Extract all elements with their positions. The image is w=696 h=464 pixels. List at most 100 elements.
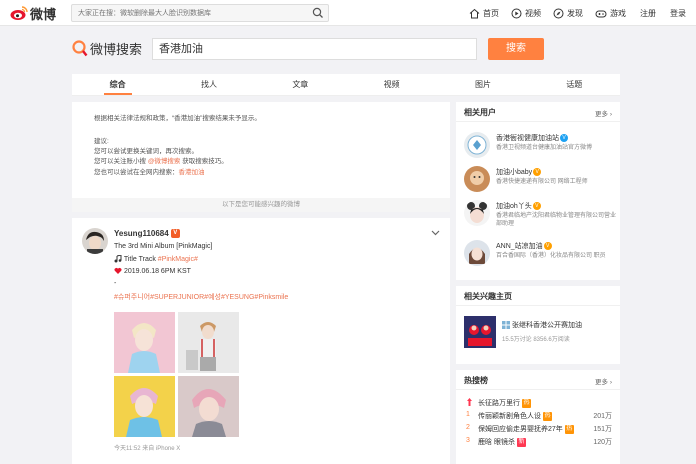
weibo-search-title: 微博搜索	[90, 42, 143, 57]
nav-home[interactable]: 首页	[469, 8, 499, 19]
related-user-item[interactable]: 加油小baby V 香港快捷速递有限公司 网络工程师	[456, 162, 620, 196]
avatar-image	[464, 240, 490, 266]
main-search-input[interactable]: 香港加油	[152, 38, 477, 60]
related-user-item[interactable]: 加油oh丫头 V 香港君临地产沈阳君临物业管理有限公司营业部助理	[456, 196, 620, 236]
nav-video[interactable]: 视频	[511, 8, 541, 19]
interest-page-item[interactable]: 张继科香港公开赛加油 15.5万讨论 8356.6万阅读	[456, 306, 620, 356]
tab-topics[interactable]: 话题	[529, 74, 620, 95]
related-users-panel: 相关用户 更多 › 香港衙视健康加油站 V 香港卫视频道台健康加油站官方微博 加油…	[456, 102, 620, 280]
hot-rank: 2	[466, 424, 470, 431]
post-photo[interactable]	[178, 312, 239, 373]
suggestion-1: 您可以尝试更换关键词，再次搜索。	[94, 148, 198, 155]
new-tag: 新	[516, 437, 526, 447]
interest-page-stats: 15.5万讨论 8356.6万阅读	[502, 337, 570, 343]
related-users-header: 相关用户 更多 ›	[456, 102, 620, 122]
verified-badge: V	[170, 229, 180, 239]
interest-page-name[interactable]: 张继科香港公开赛加油	[502, 320, 582, 330]
post-line-date: 2019.06.18 6PM KST	[114, 267, 191, 275]
login-link[interactable]: 登录	[670, 8, 686, 19]
game-icon	[595, 10, 607, 17]
related-user-name[interactable]: 香港衙视健康加油站 V	[496, 133, 568, 143]
related-user-desc: 香港快捷速递有限公司 网络工程师	[496, 179, 588, 185]
interest-page-title: 相关兴趣主页	[464, 292, 512, 301]
photo-pink-background	[114, 312, 175, 373]
post-image-grid	[114, 312, 242, 440]
more-label: 更多	[595, 111, 609, 118]
photo-pink-hair	[178, 376, 239, 437]
related-user-item[interactable]: ANN_站凉加油 V 百合香国际（香港）化妆品有限公司 职员	[456, 236, 620, 276]
weibo-logo[interactable]: 微博	[10, 4, 56, 22]
pinkmagic-hashtag[interactable]: #PinkMagic#	[158, 256, 198, 263]
interest-page-panel: 相关兴趣主页 张继科香港公开赛加油 15.5万讨论 8356.6万阅读	[456, 286, 620, 364]
avatar[interactable]	[464, 200, 490, 226]
post-timestamp: 今天11:52 来自 iPhone X	[114, 446, 181, 452]
top-search-box[interactable]	[71, 4, 329, 22]
suggestion-2: 您可以关注账小搜 @微博搜索 获取搜索技巧。	[94, 157, 228, 166]
post-username[interactable]: Yesung110684 V	[114, 229, 180, 239]
hot-search-title: 热搜榜	[464, 376, 488, 385]
related-user-name[interactable]: 加油oh丫头 V	[496, 201, 541, 211]
tab-articles[interactable]: 文章	[255, 74, 346, 95]
hashtag[interactable]: #예성	[204, 294, 221, 301]
weibo-search-account-link[interactable]: @微博搜索	[148, 158, 181, 165]
hot-search-item[interactable]: 2 保姆回应偷走男婴抚养27年热 151万	[456, 422, 620, 435]
hot-tag: 热	[522, 398, 531, 408]
hashtag[interactable]: #YESUNG	[221, 294, 254, 301]
related-user-name[interactable]: ANN_站凉加油 V	[496, 241, 552, 251]
tab-comprehensive[interactable]: 综合	[72, 74, 163, 95]
top-search-input[interactable]	[72, 5, 302, 21]
weibo-eye-icon	[10, 6, 28, 20]
avatar[interactable]	[82, 228, 108, 254]
tab-videos[interactable]: 视频	[346, 74, 437, 95]
related-user-item[interactable]: 香港衙视健康加油站 V 香港卫视频道台健康加油站官方微博	[456, 128, 620, 162]
more-users-link[interactable]: 更多 ›	[595, 108, 612, 118]
hot-search-label: 鹿晗 眼镜杀	[478, 439, 515, 446]
post-line-album: The 3rd Mini Album [PinkMagic]	[114, 243, 213, 250]
interest-divider: 以下是您可能感兴趣的微博	[72, 198, 450, 212]
related-user-name[interactable]: 加油小baby V	[496, 167, 542, 177]
weibo-search-brand[interactable]: 微博搜索	[72, 39, 142, 58]
hot-search-item[interactable]: 3 鹿晗 眼镜杀新 120万	[456, 435, 620, 448]
related-user-desc: 香港卫视频道台健康加油站官方微博	[496, 145, 593, 151]
hot-tag: 热	[564, 424, 574, 434]
hashtag[interactable]: #슈퍼주니어	[114, 294, 150, 301]
chevron-down-icon[interactable]	[431, 230, 440, 236]
tab-images[interactable]: 图片	[437, 74, 528, 95]
interest-page-thumbnail[interactable]	[464, 316, 496, 348]
post-photo[interactable]	[178, 376, 239, 437]
avatar[interactable]	[464, 166, 490, 192]
nav-game[interactable]: 游戏	[595, 8, 626, 19]
more-hot-link[interactable]: 更多 ›	[595, 376, 612, 386]
verified-badge: V	[532, 202, 541, 211]
discover-icon	[553, 8, 564, 18]
post-photo[interactable]	[114, 376, 175, 437]
hot-search-text: 传丽颖新剧角色人设热	[478, 411, 552, 421]
top-navigation-bar: 微博 首页 视频 发现 游戏 注册 登录	[0, 0, 696, 26]
hot-search-text: 保姆回应偷走男婴抚养27年热	[478, 424, 574, 434]
hashtag[interactable]: #SUPERJUNIOR	[150, 294, 204, 301]
related-user-desc: 百合香国际（香港）化妆品有限公司 职员	[496, 253, 606, 259]
post-username-text: Yesung110684	[114, 229, 169, 238]
search-icon[interactable]	[312, 7, 324, 19]
post-line-track: Title Track #PinkMagic#	[114, 254, 198, 263]
hot-count: 151万	[593, 426, 612, 433]
web-search-link[interactable]: 香港加油	[179, 169, 205, 176]
hashtag[interactable]: #Pinksmile	[254, 294, 288, 301]
nav-discover[interactable]: 发现	[553, 8, 583, 19]
hot-rank: 1	[466, 411, 470, 418]
hot-search-item[interactable]: 1 传丽颖新剧角色人设热 201万	[456, 409, 620, 422]
related-users-title: 相关用户	[464, 108, 496, 117]
verified-badge: V	[560, 134, 568, 143]
avatar[interactable]	[464, 240, 490, 266]
track-prefix: Title Track	[123, 255, 158, 263]
home-icon	[469, 8, 480, 18]
pingpong-photo	[464, 316, 496, 348]
register-link[interactable]: 注册	[640, 8, 656, 19]
avatar[interactable]	[464, 132, 490, 158]
search-button[interactable]: 搜索	[488, 38, 544, 60]
tab-people[interactable]: 找人	[163, 74, 254, 95]
hot-search-item[interactable]: 长征路万里行热	[456, 396, 620, 409]
post-photo[interactable]	[114, 312, 175, 373]
release-date: 2019.06.18 6PM KST	[123, 267, 191, 275]
topic-grid-icon	[502, 321, 510, 330]
